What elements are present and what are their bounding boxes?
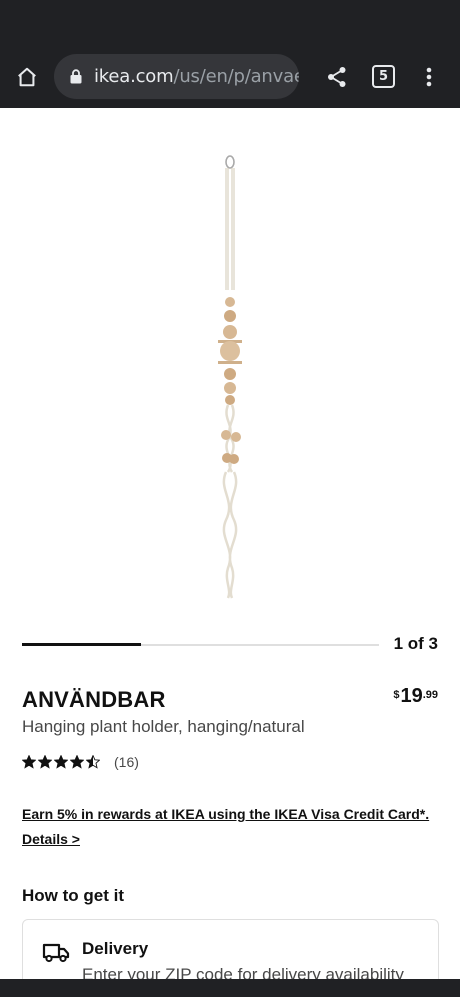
product-image[interactable] [170,150,290,605]
home-icon[interactable] [12,62,42,92]
review-count: (16) [114,754,139,770]
status-bar [0,0,460,44]
star-icon [53,754,69,769]
more-vert-icon[interactable] [414,62,444,92]
tab-switcher-icon[interactable]: 5 [372,65,395,88]
price-decimal: .99 [422,689,438,701]
star-icon [37,754,53,769]
gallery-progress-fill [22,643,141,646]
rating[interactable]: (16) [21,754,139,770]
system-nav-bar [0,979,460,997]
promo-link[interactable]: Earn 5% in rewards at IKEA using the IKE… [22,802,442,852]
lock-icon [68,68,84,86]
browser-toolbar: ikea.com/us/en/p/anvae 5 [0,44,460,108]
url-path: /us/en/p/anvae [173,66,299,87]
star-icon [85,754,101,769]
rating-stars [21,754,101,769]
product-name: ANVÄNDBAR [22,687,166,712]
url-host: ikea.com [94,66,174,87]
price-currency: $ [393,689,400,701]
share-icon[interactable] [322,62,352,92]
how-to-get-title: How to get it [22,886,124,905]
gallery-pager: 1 of 3 [393,634,438,653]
promo-text: Earn 5% in rewards at IKEA using the IKE… [22,806,430,847]
truck-icon [42,940,70,964]
url-text: ikea.com/us/en/p/anvae [94,66,299,87]
star-icon [69,754,85,769]
star-icon [21,754,37,769]
product-description: Hanging plant holder, hanging/natural [22,717,305,736]
gallery-progress-track [22,643,379,646]
product-price: $ 19 .99 [393,685,438,708]
address-bar[interactable]: ikea.com/us/en/p/anvae [54,54,299,99]
delivery-title: Delivery [82,939,149,958]
price-whole: 19 [400,685,423,707]
